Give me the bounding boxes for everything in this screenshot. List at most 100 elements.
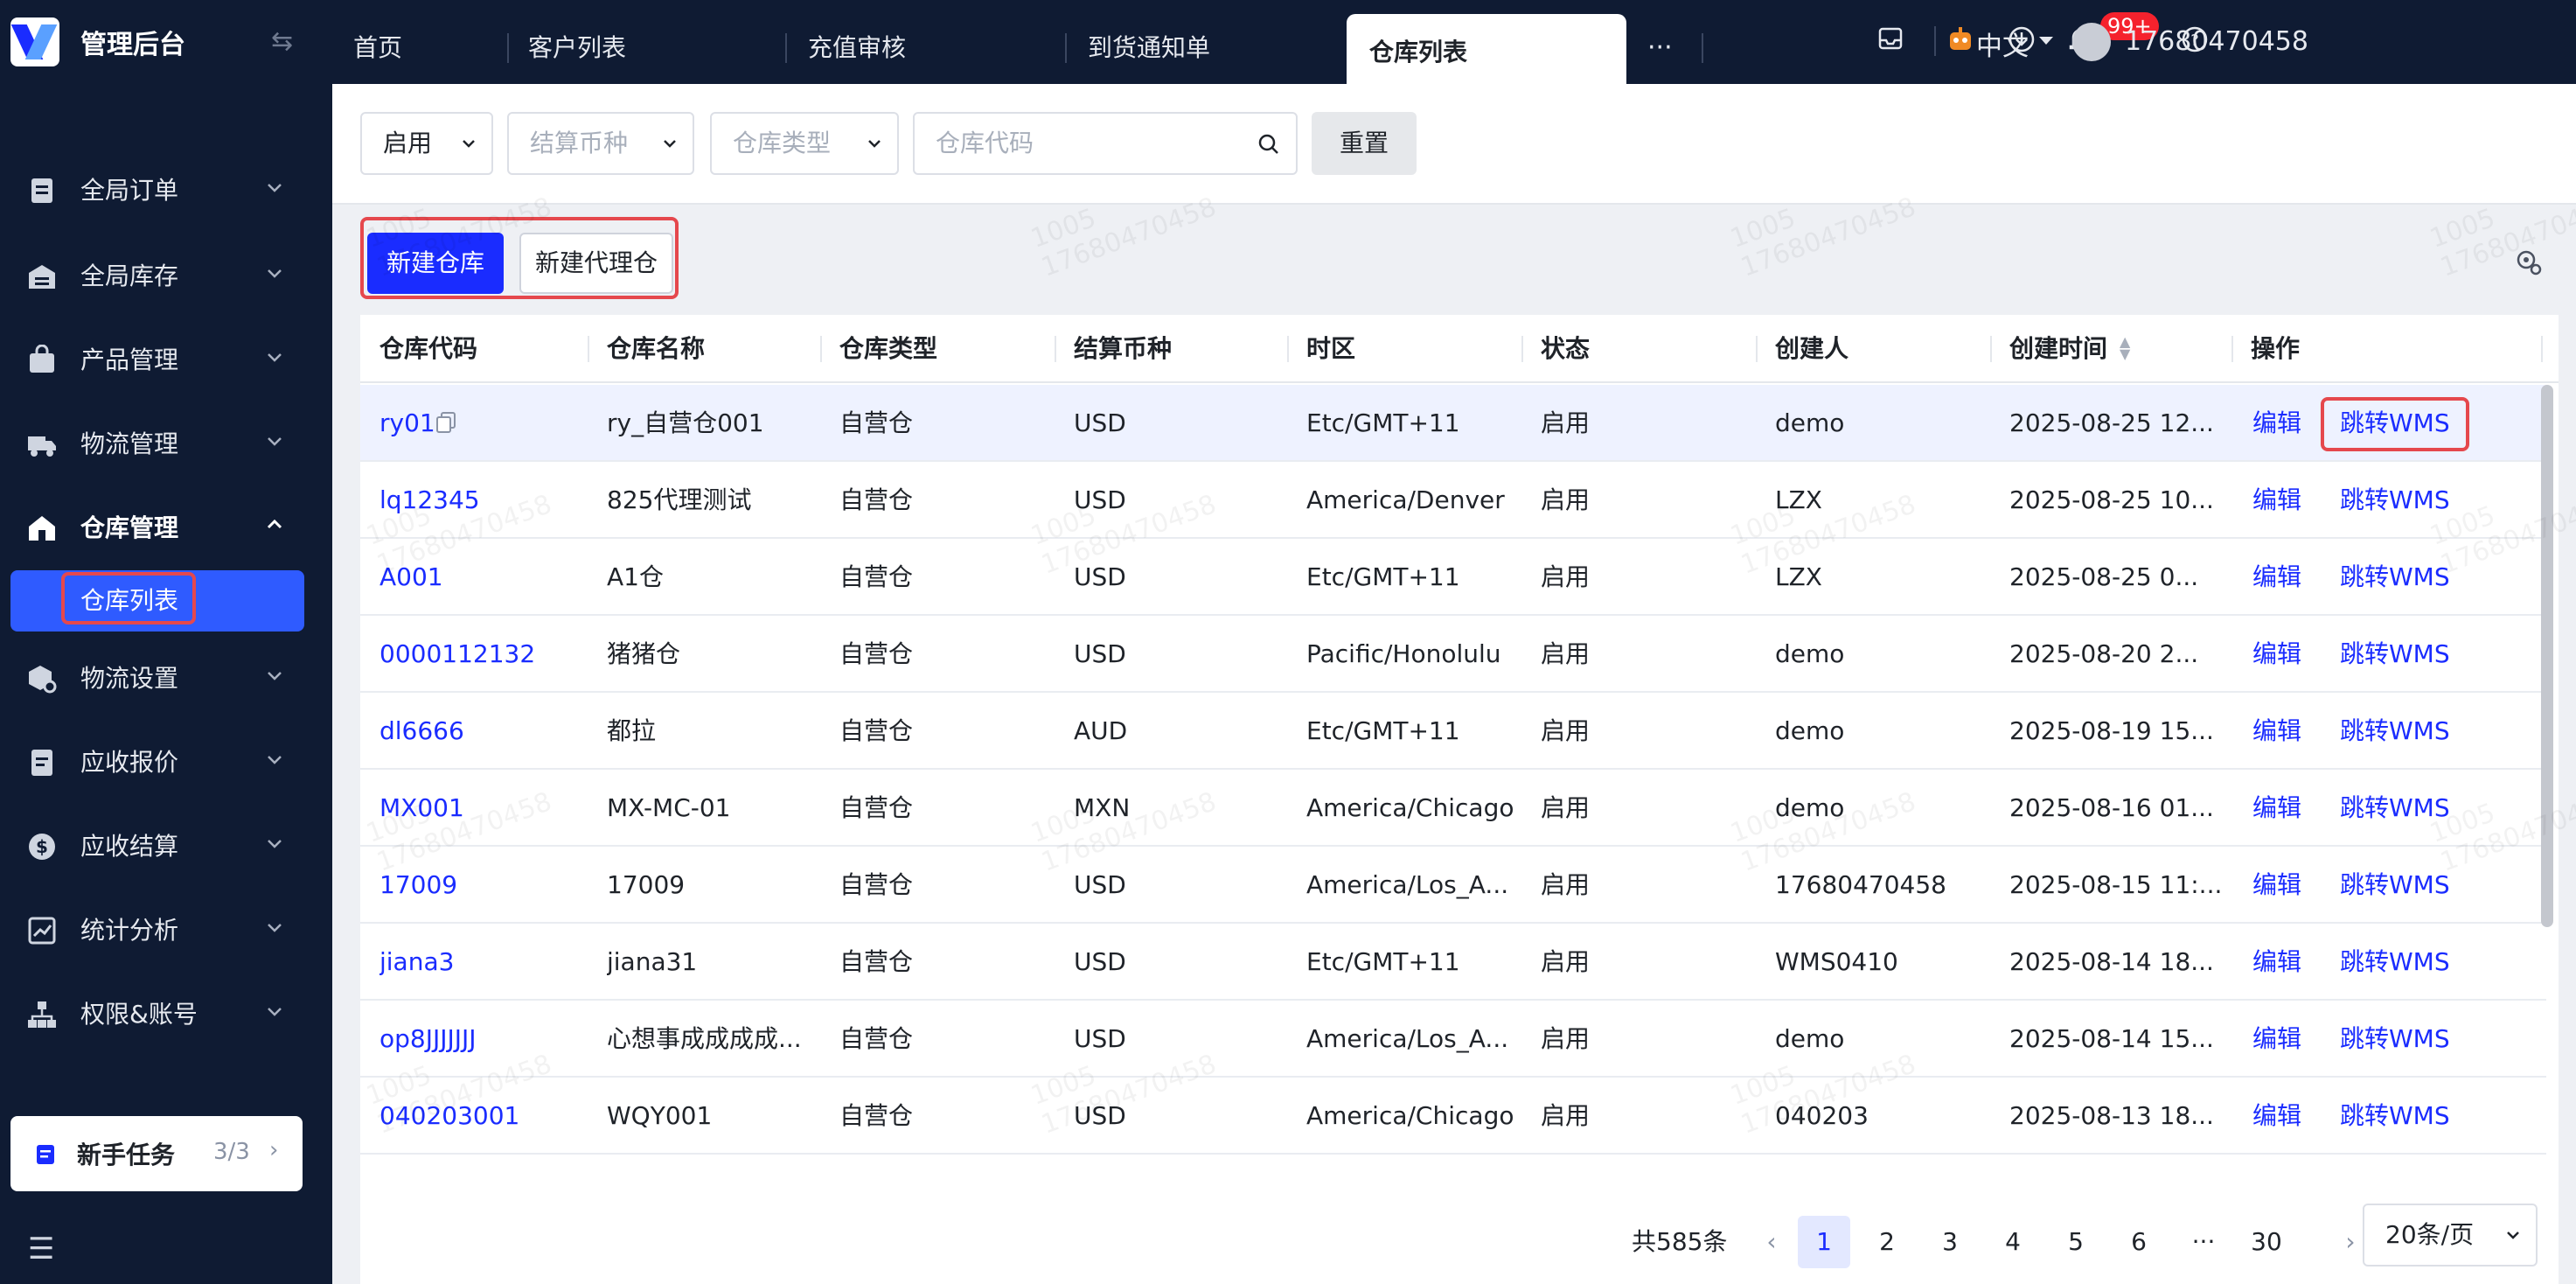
- table-cell: 启用: [1541, 562, 1591, 591]
- sidebar-item[interactable]: 统计分析: [0, 889, 332, 973]
- table-cell: demo: [1775, 793, 1845, 822]
- currency-select[interactable]: 结算币种: [507, 112, 694, 175]
- user-name[interactable]: 17680470458: [2125, 26, 2308, 57]
- warehouse-code-link[interactable]: dl6666: [379, 715, 464, 747]
- more-tabs-icon[interactable]: ···: [1647, 0, 1673, 84]
- column-header[interactable]: 创建时间: [2009, 334, 2107, 364]
- table-row[interactable]: A001 A1仓 自营仓 USD Etc/GMT+11 启用 LZX 2025-08-25 0…: [360, 539, 2546, 616]
- warehouse-code-link[interactable]: A001: [379, 562, 443, 593]
- jump-wms-link[interactable]: 跳转WMS: [2340, 792, 2450, 824]
- warehouse-code-link[interactable]: 17009: [379, 869, 457, 901]
- edit-link[interactable]: 编辑: [2252, 1023, 2301, 1055]
- table-cell: 启用: [1541, 408, 1591, 437]
- table-cell: 启用: [1541, 716, 1591, 745]
- warehouse-code-link[interactable]: lq12345: [379, 485, 480, 516]
- chevron-down-icon: [2039, 37, 2053, 45]
- table-cell: 启用: [1541, 870, 1591, 899]
- edit-link[interactable]: 编辑: [2252, 715, 2301, 747]
- sidebar-item[interactable]: 权限&账号: [0, 973, 332, 1057]
- prev-page-icon[interactable]: ‹: [1745, 1216, 1798, 1268]
- sidebar-item[interactable]: $ 应收结算: [0, 805, 332, 889]
- warehouse-code-link[interactable]: MX001: [379, 792, 464, 824]
- tab-arrival-notice[interactable]: 到货通知单: [1088, 0, 1210, 84]
- table-row[interactable]: ry01 ry_自营仓001 自营仓 USD Etc/GMT+11 启用 demo 2025-…: [360, 385, 2546, 462]
- sort-icon[interactable]: ▲ ▼: [2120, 335, 2130, 361]
- table-row[interactable]: 0000112132 猪猪仓 自营仓 USD Pacific/Honolulu 启用 dem…: [360, 616, 2546, 693]
- reset-button[interactable]: 重置: [1312, 112, 1417, 175]
- table-scrollbar[interactable]: [2541, 385, 2553, 927]
- tab-home[interactable]: 首页: [353, 0, 402, 84]
- tab-customer-list[interactable]: 客户列表: [528, 0, 626, 84]
- table-row[interactable]: lq12345 825代理测试 自营仓 USD America/Denver 启用 LZX 2…: [360, 462, 2546, 539]
- column-settings-icon[interactable]: [2513, 247, 2543, 276]
- avatar[interactable]: [2072, 23, 2111, 61]
- tab-warehouse-list[interactable]: 仓库列表: [1347, 14, 1626, 84]
- sidebar-item[interactable]: 物流设置: [0, 637, 332, 721]
- tab-divider: [507, 33, 509, 63]
- page-number[interactable]: 3: [1924, 1216, 1976, 1268]
- page-number[interactable]: 30: [2240, 1216, 2293, 1268]
- table-cell: 2025-08-16 01...: [2009, 793, 2214, 822]
- page-number[interactable]: 1: [1798, 1216, 1850, 1268]
- page-number[interactable]: 6: [2113, 1216, 2165, 1268]
- highlight-box: [360, 217, 679, 299]
- column-header: 仓库代码: [379, 334, 478, 363]
- page-number[interactable]: 4: [1987, 1216, 2039, 1268]
- sidebar-item[interactable]: 应收报价: [0, 721, 332, 805]
- page-number[interactable]: 5: [2050, 1216, 2102, 1268]
- sidebar-item[interactable]: 全局库存: [0, 234, 332, 318]
- warehouse-type-select[interactable]: 仓库类型: [710, 112, 899, 175]
- robot-icon[interactable]: [1943, 24, 1978, 59]
- org-icon: [28, 1001, 56, 1028]
- collapse-sidebar-icon[interactable]: ⇆: [271, 26, 293, 57]
- jump-wms-link[interactable]: 跳转WMS: [2340, 1023, 2450, 1055]
- chevron-up-icon: [267, 519, 282, 529]
- jump-wms-link[interactable]: 跳转WMS: [2340, 869, 2450, 901]
- warehouse-code-link[interactable]: 0000112132: [379, 639, 535, 670]
- jump-wms-link[interactable]: 跳转WMS: [2340, 485, 2450, 516]
- tab-recharge-review[interactable]: 充值审核: [808, 0, 906, 84]
- edit-link[interactable]: 编辑: [2252, 869, 2301, 901]
- language-select[interactable]: 中文: [1976, 24, 2029, 63]
- menu-fold-icon[interactable]: ☰: [28, 1232, 54, 1267]
- edit-link[interactable]: 编辑: [2252, 408, 2301, 439]
- jump-wms-link[interactable]: 跳转WMS: [2340, 639, 2450, 670]
- jump-wms-link[interactable]: 跳转WMS: [2340, 946, 2450, 978]
- edit-link[interactable]: 编辑: [2252, 639, 2301, 670]
- edit-link[interactable]: 编辑: [2252, 792, 2301, 824]
- table-row[interactable]: op8JJJJJJJ 心想事成成成成... 自营仓 USD America/Los_A.…: [360, 1001, 2546, 1078]
- warehouse-code-link[interactable]: jiana3: [379, 946, 454, 978]
- more-pages-icon[interactable]: ···: [2177, 1216, 2230, 1268]
- status-select[interactable]: 启用: [360, 112, 493, 175]
- table-row[interactable]: 17009 17009 自营仓 USD America/Los_A... 启用 176804…: [360, 847, 2546, 924]
- page-number[interactable]: 2: [1861, 1216, 1913, 1268]
- table-row[interactable]: 040203001 WQY001 自营仓 USD America/Chicago 启用 04…: [360, 1078, 2546, 1155]
- table-cell: 自营仓: [839, 408, 914, 437]
- edit-link[interactable]: 编辑: [2252, 1100, 2301, 1132]
- jump-wms-link[interactable]: 跳转WMS: [2340, 715, 2450, 747]
- warehouse-code-link[interactable]: 040203001: [379, 1100, 519, 1132]
- page-size-select[interactable]: 20条/页: [2363, 1204, 2538, 1267]
- warehouse-code-link[interactable]: ry01: [379, 408, 435, 439]
- table-cell: USD: [1074, 1024, 1126, 1053]
- jump-wms-link[interactable]: 跳转WMS: [2340, 1100, 2450, 1132]
- column-header: 时区: [1306, 334, 1356, 363]
- copy-icon[interactable]: [435, 411, 456, 434]
- edit-link[interactable]: 编辑: [2252, 946, 2301, 978]
- sidebar-item[interactable]: 仓库管理: [0, 486, 332, 570]
- search-icon[interactable]: [1257, 133, 1280, 156]
- warehouse-code-link[interactable]: op8JJJJJJJ: [379, 1023, 477, 1055]
- table-row[interactable]: jiana3 jiana31 自营仓 USD Etc/GMT+11 启用 WMS0410 20…: [360, 924, 2546, 1001]
- table-row[interactable]: MX001 MX-MC-01 自营仓 MXN America/Chicago 启用 demo…: [360, 770, 2546, 847]
- newbie-task-card[interactable]: 新手任务 3/3 ›: [10, 1116, 303, 1191]
- edit-link[interactable]: 编辑: [2252, 485, 2301, 516]
- table-row[interactable]: dl6666 都拉 自营仓 AUD Etc/GMT+11 启用 demo 2025-08-19…: [360, 693, 2546, 770]
- table-cell: Etc/GMT+11: [1306, 408, 1460, 437]
- sidebar-item[interactable]: 全局订单: [0, 149, 332, 233]
- sidebar-item[interactable]: 产品管理: [0, 318, 332, 402]
- edit-link[interactable]: 编辑: [2252, 562, 2301, 593]
- sidebar-item[interactable]: 物流管理: [0, 402, 332, 486]
- warehouse-code-input[interactable]: 仓库代码: [913, 112, 1298, 175]
- jump-wms-link[interactable]: 跳转WMS: [2340, 562, 2450, 593]
- inbox-icon[interactable]: [1873, 24, 1908, 59]
